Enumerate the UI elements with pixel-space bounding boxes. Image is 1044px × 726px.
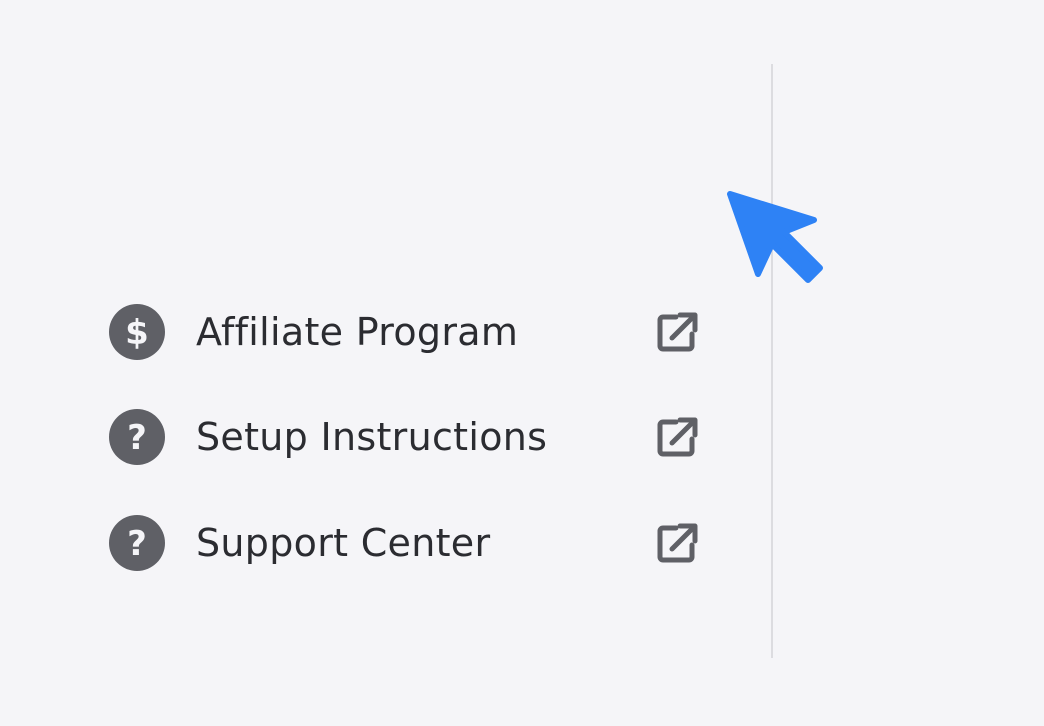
question-circle-icon: ? <box>108 514 166 572</box>
menu-item-support-center[interactable]: ? Support Center <box>108 511 702 575</box>
external-link-icon[interactable] <box>654 519 702 567</box>
menu-item-label: Affiliate Program <box>196 310 519 354</box>
vertical-divider <box>771 64 773 658</box>
dollar-circle-icon: $ <box>108 303 166 361</box>
external-link-icon[interactable] <box>654 413 702 461</box>
mouse-pointer-icon <box>724 186 828 290</box>
svg-text:$: $ <box>125 313 149 353</box>
menu-item-setup-instructions[interactable]: ? Setup Instructions <box>108 405 702 469</box>
menu-item-affiliate-program[interactable]: $ Affiliate Program <box>108 300 702 364</box>
svg-text:?: ? <box>127 524 147 564</box>
question-circle-icon: ? <box>108 408 166 466</box>
menu-item-label: Setup Instructions <box>196 415 548 459</box>
menu-item-label: Support Center <box>196 521 491 565</box>
external-link-icon[interactable] <box>654 308 702 356</box>
svg-text:?: ? <box>127 418 147 458</box>
